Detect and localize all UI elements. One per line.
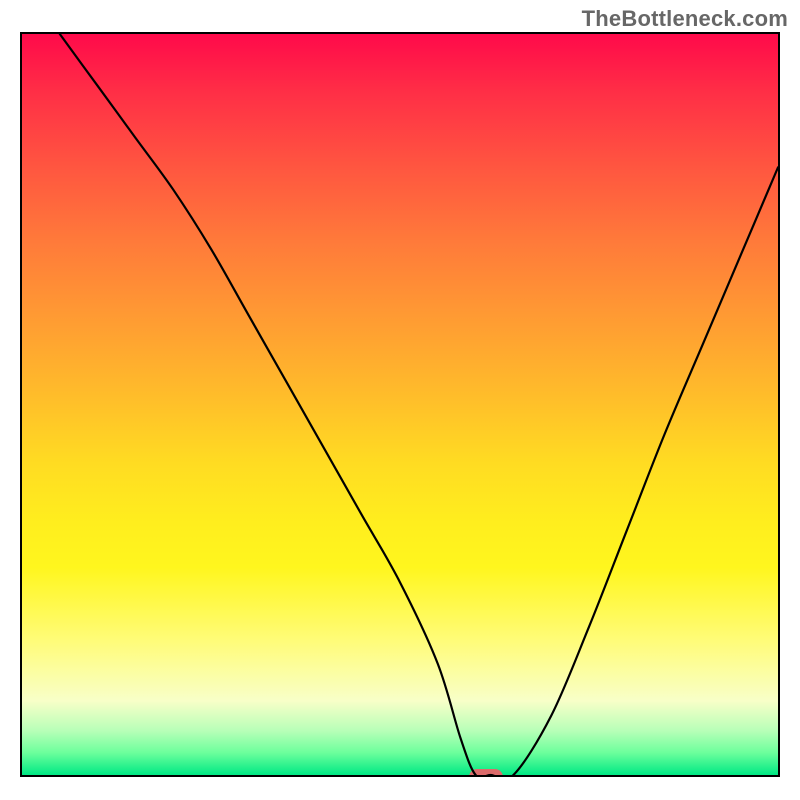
watermark-text: TheBottleneck.com [582,6,788,32]
plot-area [20,32,780,777]
heat-gradient [22,34,778,775]
sweet-spot-marker [469,769,503,777]
chart-container: TheBottleneck.com [0,0,800,800]
